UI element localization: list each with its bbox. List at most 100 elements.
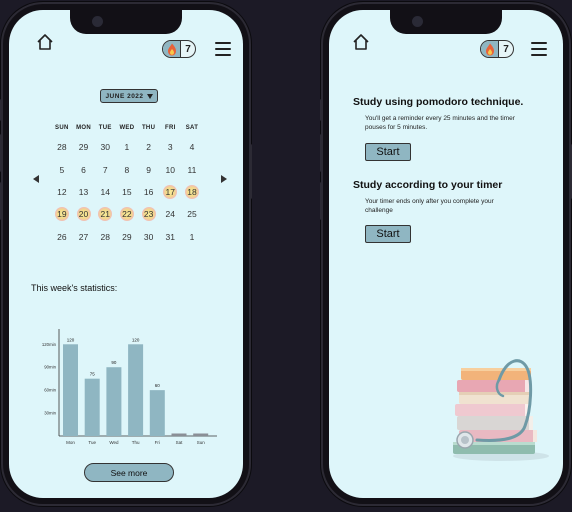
timer-start-button[interactable]: Start [365,225,411,243]
see-more-button[interactable]: See more [84,463,174,482]
flame-icon [167,43,176,55]
study-mode-screen: 7 Study using pomodoro technique. You'll… [329,10,563,498]
calendar-day[interactable]: 29 [116,232,138,242]
calendar-day[interactable]: 8 [116,165,138,175]
phone-frame-left: 7 JUNE 2022 SUN MON TUE WED THU FRI SAT 28 29 30 1… [0,4,252,504]
dropdown-icon [146,93,153,99]
calendar-day[interactable]: 14 [94,187,116,197]
calendar-day[interactable]: 28 [94,232,116,242]
phone-frame-right: 7 Study using pomodoro technique. You'll… [320,4,572,504]
bar-tue [84,378,100,436]
y-tick-label: 30min [44,411,56,416]
streak-counter[interactable]: 7 [162,40,196,58]
calendar-week: 26 27 28 29 30 31 1 [51,226,203,248]
calendar-day[interactable]: 3 [159,142,181,152]
home-icon[interactable] [35,32,55,52]
bar-mon [63,344,78,436]
calendar-day[interactable]: 11 [181,165,203,175]
menu-icon[interactable] [215,42,231,56]
calendar-day[interactable]: 31 [159,232,181,242]
bar-sun [193,433,209,436]
calendar-day[interactable]: 22 [116,209,138,219]
x-tick-label: Sun [197,440,206,445]
x-tick-label: Wed [109,440,119,445]
x-tick-label: Thu [132,440,140,445]
calendar-day[interactable]: 12 [51,187,73,197]
calendar-day[interactable]: 30 [94,142,116,152]
calendar-day[interactable]: 16 [138,187,160,197]
weekday-label: SUN [55,125,69,131]
calendar-day[interactable]: 25 [181,209,203,219]
home-icon[interactable] [351,32,371,52]
calendar-day[interactable]: 18 [181,187,203,197]
data-label: 90 [111,360,117,365]
weekday-label: SAT [185,125,199,131]
streak-count: 7 [185,43,191,55]
calendar-day[interactable]: 4 [181,142,203,152]
prev-month-icon[interactable] [33,175,39,183]
calendar-day[interactable]: 28 [51,142,73,152]
y-tick-label: 120min [42,342,57,347]
weekday-header: SUN MON TUE WED THU FRI SAT [51,120,203,136]
y-tick-label: 90min [44,365,56,370]
calendar-day[interactable]: 21 [94,209,116,219]
calendar-day[interactable]: 26 [51,232,73,242]
timer-description: Your timer ends only after you complete … [365,198,494,214]
timer-title: Study according to your timer [353,179,503,191]
calendar-day[interactable]: 7 [94,165,116,175]
calendar-week: 28 29 30 1 2 3 4 [51,136,203,158]
month-selector[interactable]: JUNE 2022 [100,89,158,103]
calendar-day[interactable]: 23 [138,209,160,219]
calendar-week: 5 6 7 8 9 10 11 [51,158,203,180]
weekday-label: TUE [98,125,112,131]
calendar-day[interactable]: 19 [51,209,73,219]
x-tick-label: Sat [176,440,184,445]
weekday-label: THU [141,125,156,131]
bar-sat [171,433,187,436]
x-tick-label: Mon [66,440,75,445]
weekday-label: FRI [164,125,176,131]
calendar-day[interactable]: 30 [138,232,160,242]
month-label: JUNE 2022 [105,92,144,100]
calendar-day[interactable]: 15 [116,187,138,197]
next-month-icon[interactable] [221,175,227,183]
pomodoro-description: You'll get a reminder every 25 minutes a… [365,115,515,131]
calendar-day[interactable]: 20 [73,209,95,219]
notch [70,10,182,34]
calendar-day[interactable]: 27 [73,232,95,242]
calendar-screen: 7 JUNE 2022 SUN MON TUE WED THU FRI SAT 28 29 30 1… [9,10,243,498]
calendar-day[interactable]: 29 [73,142,95,152]
calendar-day[interactable]: 24 [159,209,181,219]
x-tick-label: Tue [88,440,96,445]
bar-fri [149,390,165,436]
streak-counter[interactable]: 7 [480,40,514,58]
calendar-day[interactable]: 10 [159,165,181,175]
calendar-day[interactable]: 17 [159,187,181,197]
books-stethoscope-illustration [453,359,549,461]
y-tick-label: 60min [44,388,56,393]
calendar-day[interactable]: 9 [138,165,160,175]
calendar-week: 12 13 14 15 16 17 18 [51,181,203,203]
data-label: 60 [155,383,161,388]
pomodoro-title: Study using pomodoro technique. [353,96,524,108]
calendar-week: 19 20 21 22 23 24 25 [51,203,203,225]
data-label: 75 [90,372,96,377]
calendar-day[interactable]: 1 [116,142,138,152]
calendar-grid: SUN MON TUE WED THU FRI SAT 28 29 30 1 2 3 4 5 6 7 8 9 10 11… [51,120,203,248]
menu-icon[interactable] [531,42,547,56]
streak-count: 7 [503,43,509,55]
calendar-day[interactable]: 6 [73,165,95,175]
notch [390,10,502,34]
calendar-day[interactable]: 2 [138,142,160,152]
calendar-day[interactable]: 13 [73,187,95,197]
data-label: 120 [132,337,140,342]
calendar-day[interactable]: 1 [181,232,203,242]
weekday-label: MON [76,125,91,131]
stats-title: This week's statistics: [31,283,118,293]
bar-thu [128,344,144,436]
weekly-stats-chart: 30min 60min 90min 120min 120 Mon 75 Tue 90 Wed 120… [42,329,217,445]
calendar-day[interactable]: 5 [51,165,73,175]
pomodoro-start-button[interactable]: Start [365,143,411,161]
x-tick-label: Fri [155,440,160,445]
flame-icon [485,43,494,55]
